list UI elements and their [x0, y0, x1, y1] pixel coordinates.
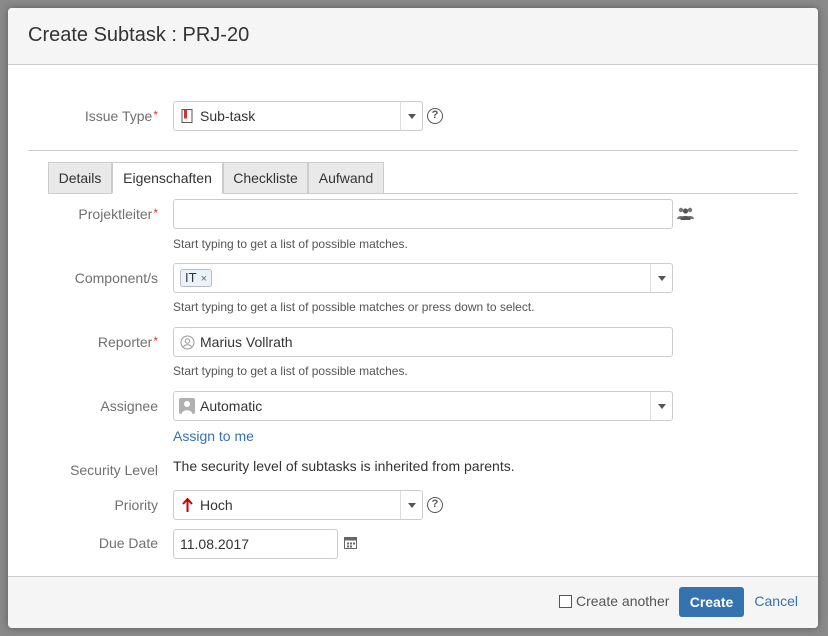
components-label: Component/s — [74, 270, 158, 286]
component-tag-it: IT × — [180, 269, 212, 287]
assign-to-me-link[interactable]: Assign to me — [173, 428, 254, 444]
components-select[interactable]: IT × — [173, 263, 673, 293]
dialog-footer: Create another Create Cancel — [8, 576, 818, 628]
tab-eigenschaften[interactable]: Eigenschaften — [112, 162, 223, 194]
chevron-down-icon[interactable] — [400, 102, 422, 130]
divider — [28, 150, 798, 151]
cancel-button[interactable]: Cancel — [754, 593, 798, 609]
projektleiter-input[interactable] — [173, 199, 673, 229]
reporter-value: Marius Vollrath — [200, 334, 293, 350]
create-another-label[interactable]: Create another — [576, 593, 669, 609]
avatar-icon — [180, 335, 195, 350]
projektleiter-label: Projektleiter* — [78, 206, 158, 222]
due-date-input[interactable]: 11.08.2017 — [173, 529, 338, 559]
priority-select[interactable]: Hoch — [173, 490, 423, 520]
create-button[interactable]: Create — [679, 587, 744, 617]
issue-type-value: Sub-task — [200, 108, 256, 124]
priority-label: Priority — [114, 497, 158, 513]
security-level-text: The security level of subtasks is inheri… — [173, 458, 515, 474]
dialog-title: Create Subtask : PRJ-20 — [28, 24, 250, 46]
dialog-header: Create Subtask : PRJ-20 — [8, 8, 818, 65]
projektleiter-hint: Start typing to get a list of possible m… — [173, 237, 408, 251]
components-hint: Start typing to get a list of possible m… — [173, 300, 535, 314]
issue-type-select[interactable]: Sub-task — [173, 101, 423, 131]
chevron-down-icon[interactable] — [650, 264, 672, 292]
assignee-label: Assignee — [100, 398, 158, 414]
user-group-icon[interactable] — [677, 206, 694, 220]
question-circle-icon[interactable]: ? — [427, 497, 443, 513]
due-date-label: Due Date — [98, 535, 158, 551]
reporter-hint: Start typing to get a list of possible m… — [173, 364, 408, 378]
reporter-label: Reporter* — [97, 334, 158, 350]
create-subtask-dialog: Create Subtask : PRJ-20 Issue Type* Sub-… — [8, 8, 818, 628]
priority-value: Hoch — [200, 497, 233, 513]
subtask-icon — [181, 109, 193, 123]
create-another-checkbox[interactable] — [559, 595, 572, 608]
chevron-down-icon[interactable] — [650, 392, 672, 420]
arrow-up-icon — [182, 498, 193, 512]
due-date-value: 11.08.2017 — [180, 536, 250, 552]
tab-aufwand[interactable]: Aufwand — [308, 162, 384, 194]
tab-checkliste[interactable]: Checkliste — [223, 162, 308, 194]
tag-remove-icon[interactable]: × — [201, 273, 207, 285]
avatar-icon — [179, 398, 195, 414]
security-level-label: Security Level — [70, 462, 158, 478]
calendar-icon[interactable] — [344, 536, 357, 549]
question-circle-icon[interactable]: ? — [427, 108, 443, 124]
assignee-value: Automatic — [200, 398, 263, 414]
issue-type-label: Issue Type* — [84, 108, 158, 124]
chevron-down-icon[interactable] — [400, 491, 422, 519]
reporter-input[interactable]: Marius Vollrath — [173, 327, 673, 357]
tab-details[interactable]: Details — [48, 162, 112, 194]
dialog-body: Issue Type* Sub-task ? Details Eigenscha… — [8, 65, 818, 576]
assignee-select[interactable]: Automatic — [173, 391, 673, 421]
